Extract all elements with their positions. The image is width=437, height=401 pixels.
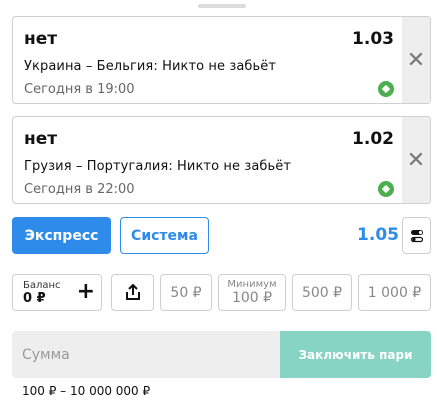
min-amount-chip[interactable]: Минимум 100 ₽ <box>218 274 286 311</box>
bet-outcome: нет <box>24 29 58 49</box>
sum-input[interactable] <box>12 331 280 378</box>
quick-amount-50[interactable]: 50 ₽ <box>160 274 212 311</box>
bet-card: нет 1.03 Украина – Бельгия: Никто не заб… <box>12 16 431 104</box>
quick-amount-label: 1 000 ₽ <box>367 284 422 301</box>
balance-label: Баланс <box>23 279 61 291</box>
bet-card: нет 1.02 Грузия – Португалия: Никто не з… <box>12 116 431 204</box>
stake-range-hint: 100 ₽ – 10 000 000 ₽ <box>22 384 151 398</box>
quick-amount-1000[interactable]: 1 000 ₽ <box>358 274 431 311</box>
quick-amount-label: 500 ₽ <box>301 284 343 301</box>
share-button[interactable] <box>111 274 154 311</box>
bet-time: Сегодня в 19:00 <box>24 82 135 97</box>
share-icon <box>125 284 140 300</box>
bet-card-content: нет 1.03 Украина – Бельгия: Никто не заб… <box>13 17 404 103</box>
min-label: Минимум <box>227 278 277 290</box>
balance-value: 0 ₽ <box>23 290 46 306</box>
balance-chip[interactable]: Баланс 0 ₽ + <box>12 274 102 311</box>
remove-bet-button[interactable]: ✕ <box>402 117 430 203</box>
system-button[interactable]: Система <box>120 217 209 254</box>
total-odds: 1.05 <box>357 225 399 245</box>
quick-amount-label: 50 ₽ <box>170 284 202 301</box>
express-button[interactable]: Экспресс <box>12 217 111 254</box>
min-value: 100 ₽ <box>231 289 273 306</box>
drag-handle[interactable] <box>198 4 246 8</box>
place-bet-button[interactable]: Заключить пари <box>280 331 431 378</box>
bet-event: Украина – Бельгия: Никто не забьёт <box>24 59 277 74</box>
bet-time: Сегодня в 22:00 <box>24 182 135 197</box>
quick-amount-500[interactable]: 500 ₽ <box>292 274 352 311</box>
close-icon: ✕ <box>406 147 426 173</box>
close-icon: ✕ <box>406 47 426 73</box>
bet-card-content: нет 1.02 Грузия – Португалия: Никто не з… <box>13 117 404 203</box>
bet-odds: 1.03 <box>352 29 394 49</box>
bet-odds: 1.02 <box>352 129 394 149</box>
soccer-ball-icon <box>378 81 394 97</box>
toggle-icon <box>410 229 423 242</box>
soccer-ball-icon <box>378 181 394 197</box>
plus-icon[interactable]: + <box>77 281 95 303</box>
bet-event: Грузия – Португалия: Никто не забьёт <box>24 159 292 174</box>
remove-bet-button[interactable]: ✕ <box>402 17 430 103</box>
settings-toggle-button[interactable] <box>402 217 431 254</box>
bet-outcome: нет <box>24 129 58 149</box>
